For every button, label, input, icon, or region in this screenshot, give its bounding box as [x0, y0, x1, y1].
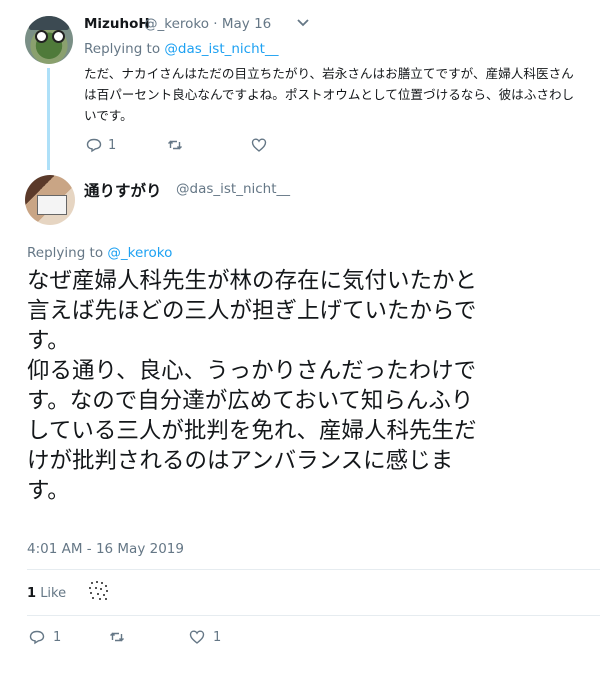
avatar[interactable] [25, 175, 75, 225]
divider [27, 615, 600, 616]
avatar-detail [37, 195, 67, 215]
tweet-text: ただ、ナカイさんはただの目立ちたがり、岩永さんはお膳立てですが、産婦人科医さんは… [84, 66, 575, 123]
retweet-icon [110, 632, 124, 642]
avatar-hat [29, 16, 69, 30]
likes-summary[interactable]: 1 Like [27, 586, 66, 601]
replying-to-label: Replying to [27, 245, 104, 261]
like-button[interactable]: 1 [189, 629, 221, 645]
like-count: 1 [213, 629, 222, 645]
thread-line [47, 68, 50, 170]
mention-link[interactable]: @das_ist_nicht__ [164, 41, 278, 57]
replying-to: Replying to @_keroko [27, 245, 172, 261]
chevron-down-icon[interactable] [296, 16, 310, 34]
avatar[interactable] [25, 16, 73, 64]
likes-count: 1 [27, 586, 37, 601]
avatar-eye [35, 30, 48, 43]
timestamp[interactable]: 4:01 AM - 16 May 2019 [27, 541, 184, 557]
retweet-icon [168, 140, 182, 150]
handle[interactable]: @das_ist_nicht__ [176, 181, 290, 197]
reply-icon [29, 630, 45, 645]
reply-count: 1 [53, 629, 62, 645]
mention-link[interactable]: @_keroko [107, 245, 172, 261]
retweet-button[interactable] [109, 629, 125, 645]
reply-icon [86, 138, 102, 153]
reply-button[interactable]: 1 [29, 629, 61, 645]
reply-button[interactable]: 1 [86, 137, 116, 153]
replying-to: Replying to @das_ist_nicht__ [84, 41, 278, 57]
replying-to-label: Replying to [84, 41, 161, 57]
retweet-button[interactable] [167, 137, 183, 153]
liker-avatar[interactable] [87, 579, 111, 603]
like-icon [189, 630, 205, 644]
handle-and-time[interactable]: @_keroko · May 16 [144, 16, 271, 32]
like-icon [251, 138, 267, 152]
divider [27, 569, 600, 570]
likes-label: Like [40, 586, 67, 601]
reply-count: 1 [108, 137, 117, 153]
tweet-text: なぜ産婦人科先生が林の存在に気付いたかと 言えば先ほどの三人が担ぎ上げていたから… [27, 268, 478, 504]
display-name[interactable]: 通りすがり [84, 179, 162, 201]
like-button[interactable] [251, 137, 267, 153]
avatar-eye [52, 30, 65, 43]
display-name[interactable]: MizuhoH [84, 16, 150, 32]
